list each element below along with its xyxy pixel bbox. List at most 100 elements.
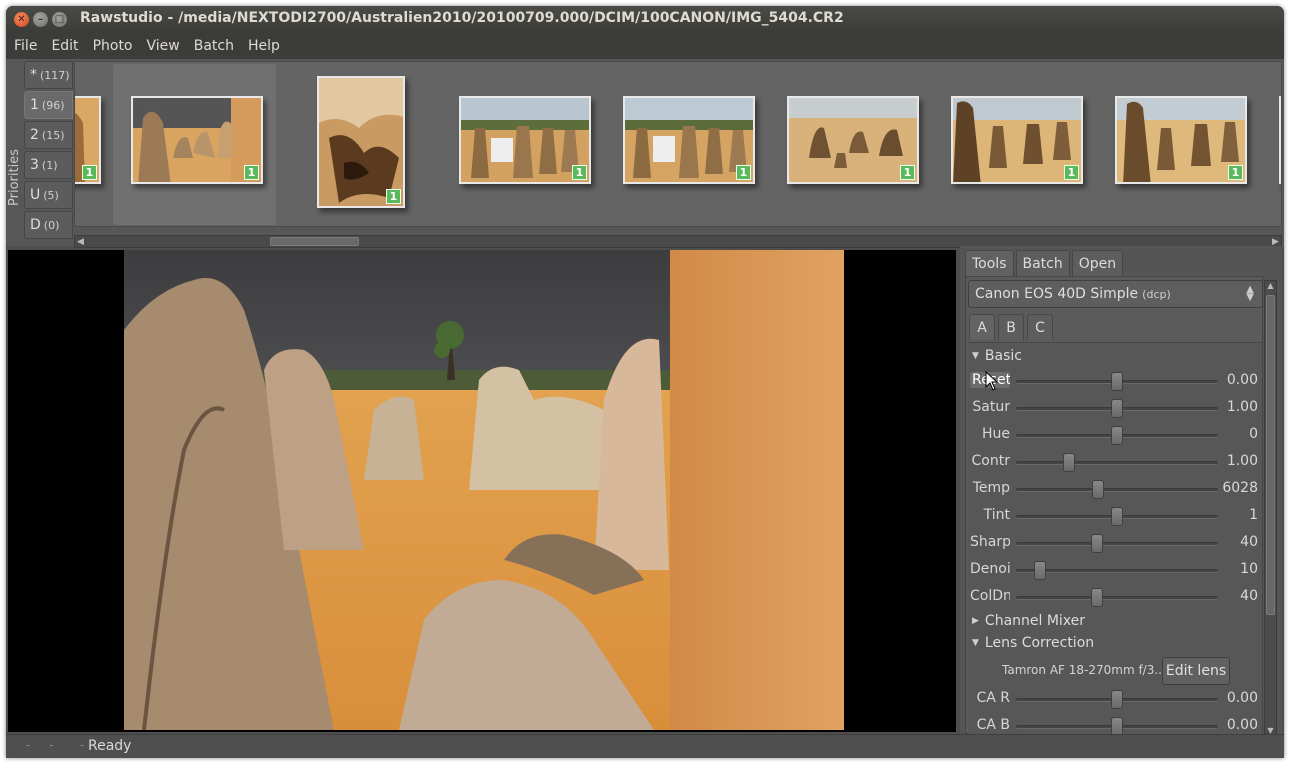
- status-text: Ready: [88, 738, 132, 754]
- slider-knob[interactable]: [1091, 534, 1103, 553]
- priority-tab-1[interactable]: 1 (96): [24, 91, 73, 119]
- collapsed-triangle-icon: ▶: [972, 616, 979, 626]
- thumbnail[interactable]: 1: [951, 96, 1083, 184]
- priority-tab-3[interactable]: 3 (1): [24, 151, 73, 179]
- tools-section: ▼Basic Reset 0.00 Satur 1.00 Hue: [968, 342, 1262, 736]
- minimize-window-button[interactable]: –: [33, 12, 48, 27]
- thumbnail-strip: 1 1 1 1 1 1 1 1: [74, 61, 1282, 227]
- slider-knob[interactable]: [1091, 588, 1103, 607]
- priority-flag: 1: [572, 165, 587, 180]
- tab-tools[interactable]: Tools: [965, 250, 1014, 276]
- slider-track[interactable]: [1016, 488, 1218, 492]
- thumbnail[interactable]: 1: [459, 96, 591, 184]
- thumbnail[interactable]: 1: [1115, 96, 1247, 184]
- priority-flag: 1: [386, 189, 401, 204]
- slider-row-color-denoise: ColDn 40: [968, 584, 1262, 611]
- slider-row-reset: Reset 0.00: [968, 368, 1262, 395]
- slider-track[interactable]: [1016, 461, 1218, 465]
- menu-help[interactable]: Help: [242, 38, 286, 54]
- slider-label: ColDn: [970, 588, 1010, 604]
- basic-header[interactable]: ▼ Basic: [972, 346, 1022, 366]
- priority-tab-2[interactable]: 2 (15): [24, 121, 73, 149]
- tab-batch[interactable]: Batch: [1015, 250, 1070, 276]
- slider-knob[interactable]: [1111, 507, 1123, 526]
- close-icon: ✕: [17, 13, 26, 25]
- thumbnail[interactable]: 1: [623, 96, 755, 184]
- menu-bar: File Edit Photo View Batch Help: [6, 33, 1284, 59]
- lens-correction-header[interactable]: ▼ Lens Correction: [972, 633, 1094, 653]
- tab-open[interactable]: Open: [1071, 250, 1124, 276]
- thumbnail[interactable]: [1279, 96, 1281, 184]
- priority-flag: 1: [736, 165, 751, 180]
- slider-row-saturation: Satur 1.00: [968, 395, 1262, 422]
- thumbnail[interactable]: 1: [317, 76, 405, 208]
- snapshot-tab-b[interactable]: B: [998, 314, 1024, 340]
- slider-label: CA B: [976, 717, 1010, 733]
- image-preview[interactable]: [8, 250, 956, 732]
- thumbnail[interactable]: 1: [131, 96, 263, 184]
- expanded-triangle-icon: ▼: [972, 351, 979, 361]
- slider-value: 0.00: [1226, 717, 1258, 733]
- profile-select[interactable]: Canon EOS 40D Simple (dcp) ▲ ▼: [968, 280, 1263, 308]
- slider-knob[interactable]: [1063, 453, 1075, 472]
- priority-flag: 1: [1064, 165, 1079, 180]
- lens-name: Tamron AF 18-270mm f/3...: [1002, 663, 1166, 677]
- snapshot-tab-a[interactable]: A: [969, 314, 995, 340]
- slider-knob[interactable]: [1111, 372, 1123, 391]
- slider-knob[interactable]: [1034, 561, 1046, 580]
- channel-mixer-header[interactable]: ▶ Channel Mixer: [972, 611, 1085, 631]
- maximize-window-button[interactable]: □: [52, 12, 67, 27]
- slider-value: 40: [1240, 534, 1258, 550]
- slider-value: 0.00: [1226, 690, 1258, 706]
- slider-row-denoise: Denoi 10: [968, 557, 1262, 584]
- priority-flag: 1: [82, 165, 97, 180]
- menu-batch[interactable]: Batch: [188, 38, 240, 54]
- slider-label: Sharp: [970, 534, 1010, 550]
- slider-value: 40: [1240, 588, 1258, 604]
- slider-knob[interactable]: [1092, 480, 1104, 499]
- slider-track[interactable]: [1016, 596, 1218, 600]
- scrollbar-thumb[interactable]: [270, 237, 359, 246]
- slider-row-temperature: Temp 6028: [968, 476, 1262, 503]
- menu-view[interactable]: View: [141, 38, 186, 54]
- priority-tab-unprioritized[interactable]: U (5): [24, 181, 73, 209]
- scrollbar-thumb[interactable]: [1266, 295, 1275, 615]
- thumbnail[interactable]: 1: [75, 96, 101, 184]
- updown-icon: ▲ ▼: [1246, 284, 1254, 303]
- priority-tab-deleted[interactable]: D (0): [24, 211, 73, 239]
- slider-label: Contr: [971, 453, 1010, 469]
- mouse-pointer-icon: [985, 371, 999, 391]
- slider-row-sharpen: Sharp 40: [968, 530, 1262, 557]
- menu-edit[interactable]: Edit: [45, 38, 84, 54]
- slider-row-ca-red: CA R 0.00: [968, 686, 1262, 713]
- expanded-triangle-icon: ▼: [972, 638, 979, 648]
- status-separator: -: [80, 738, 85, 752]
- title-bar: ✕ – □ Rawstudio - /media/NEXTODI2700/Aus…: [6, 6, 1284, 33]
- edit-lens-button[interactable]: Edit lens: [1162, 657, 1230, 685]
- snapshot-tab-c[interactable]: C: [1027, 314, 1053, 340]
- slider-knob[interactable]: [1111, 426, 1123, 445]
- window-title: Rawstudio - /media/NEXTODI2700/Australie…: [80, 10, 844, 26]
- minimize-icon: –: [38, 13, 43, 25]
- maximize-icon: □: [54, 13, 65, 25]
- slider-knob[interactable]: [1111, 399, 1123, 418]
- close-window-button[interactable]: ✕: [14, 12, 29, 27]
- scroll-up-icon[interactable]: ▲: [1265, 281, 1276, 290]
- slider-knob[interactable]: [1111, 690, 1123, 709]
- priority-tabs: * (117) 1 (96) 2 (15) 3 (1) U (5) D (0): [24, 61, 73, 241]
- status-bar: - - - Ready: [6, 734, 1284, 758]
- thumbnail[interactable]: 1: [787, 96, 919, 184]
- tools-scrollbar[interactable]: ▲ ▼: [1264, 280, 1277, 736]
- menu-photo[interactable]: Photo: [87, 38, 139, 54]
- priority-tab-all[interactable]: * (117): [24, 61, 73, 89]
- scroll-left-icon[interactable]: ◀: [75, 236, 86, 247]
- tools-panel: Tools Batch Open Canon EOS 40D Simple (d…: [960, 246, 1282, 736]
- slider-track[interactable]: [1016, 569, 1218, 573]
- menu-file[interactable]: File: [8, 38, 43, 54]
- slider-row-contrast: Contr 1.00: [968, 449, 1262, 476]
- slider-label: Temp: [972, 480, 1010, 496]
- tools-body: Canon EOS 40D Simple (dcp) ▲ ▼ A B C ▼ Bas…: [965, 276, 1263, 736]
- preview-photo: [124, 250, 844, 730]
- slider-value: 1.00: [1226, 399, 1258, 415]
- slider-track[interactable]: [1016, 542, 1218, 546]
